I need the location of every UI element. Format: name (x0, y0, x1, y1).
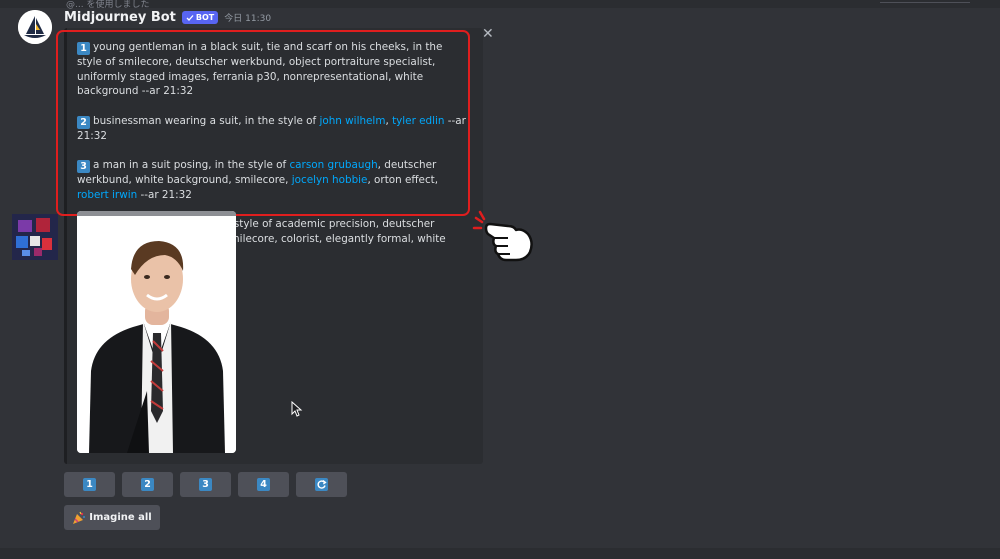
bot-badge: BOT (181, 11, 219, 24)
prompt-number-badge: 2 (77, 115, 90, 129)
artist-link[interactable]: carson grubaugh (289, 159, 377, 171)
prompt-text: , orton effect, (367, 173, 439, 186)
prompt-text: businessman wearing a suit, in the style… (93, 114, 320, 127)
prompt-text: a man in a suit posing, in the style of (93, 158, 290, 171)
mouse-cursor-icon (291, 401, 303, 417)
pixel-avatar-icon (12, 214, 58, 260)
prompt-number-badge: 3 (77, 159, 90, 173)
checkmark-icon (186, 14, 194, 21)
imagine-all-button[interactable]: Imagine all (64, 505, 160, 530)
username[interactable]: Midjourney Bot (64, 10, 176, 25)
artist-link[interactable]: jocelyn hobbie (292, 174, 368, 186)
businessman-portrait-image (77, 216, 236, 453)
message-header: Midjourney Bot BOT 今日 11:30 (64, 10, 271, 25)
close-icon[interactable]: ✕ (482, 26, 494, 42)
message-input-edge (0, 548, 1000, 559)
imagine-2-button[interactable]: 2 (122, 472, 173, 497)
button-number: 2 (141, 478, 154, 491)
prompt-text: --ar 21:32 (137, 188, 192, 201)
prompt-number-badge: 1 (77, 42, 90, 55)
prompt-item-3: 3a man in a suit posing, in the style of… (77, 158, 469, 202)
bot-avatar[interactable] (18, 10, 52, 44)
chat-area: @... を使用しました Midjourney Bot BOT 今日 11:30 (0, 0, 1000, 559)
sailboat-logo-icon (18, 10, 52, 44)
artist-link[interactable]: tyler edlin (392, 115, 444, 127)
prompt-text: young gentleman in a black suit, tie and… (77, 41, 443, 98)
button-number: 4 (257, 478, 270, 491)
reroll-button[interactable] (296, 472, 347, 497)
action-button-row: 1 2 3 4 (64, 472, 347, 497)
party-popper-icon (73, 511, 86, 524)
pointing-hand-icon (472, 210, 533, 262)
prompt-item-1: 1 young gentleman in a black suit, tie an… (77, 40, 469, 99)
artist-link[interactable]: john wilhelm (319, 115, 385, 127)
button-number: 3 (199, 478, 212, 491)
refresh-icon (315, 478, 328, 491)
artist-link[interactable]: robert irwin (77, 189, 137, 201)
bot-badge-label: BOT (195, 13, 215, 22)
imagine-all-label: Imagine all (89, 512, 152, 523)
reply-reference-bar: @... を使用しました (0, 0, 1000, 10)
image-top-border (77, 211, 236, 216)
divider (880, 2, 970, 3)
button-number: 1 (83, 478, 96, 491)
reply-reference[interactable]: @... を使用しました (66, 0, 149, 10)
imagine-1-button[interactable]: 1 (64, 472, 115, 497)
imagine-4-button[interactable]: 4 (238, 472, 289, 497)
generated-image[interactable] (77, 211, 236, 453)
timestamp: 今日 11:30 (224, 14, 272, 24)
user-avatar[interactable] (12, 214, 58, 260)
imagine-3-button[interactable]: 3 (180, 472, 231, 497)
prompt-item-2: 2 businessman wearing a suit, in the styl… (77, 114, 469, 144)
